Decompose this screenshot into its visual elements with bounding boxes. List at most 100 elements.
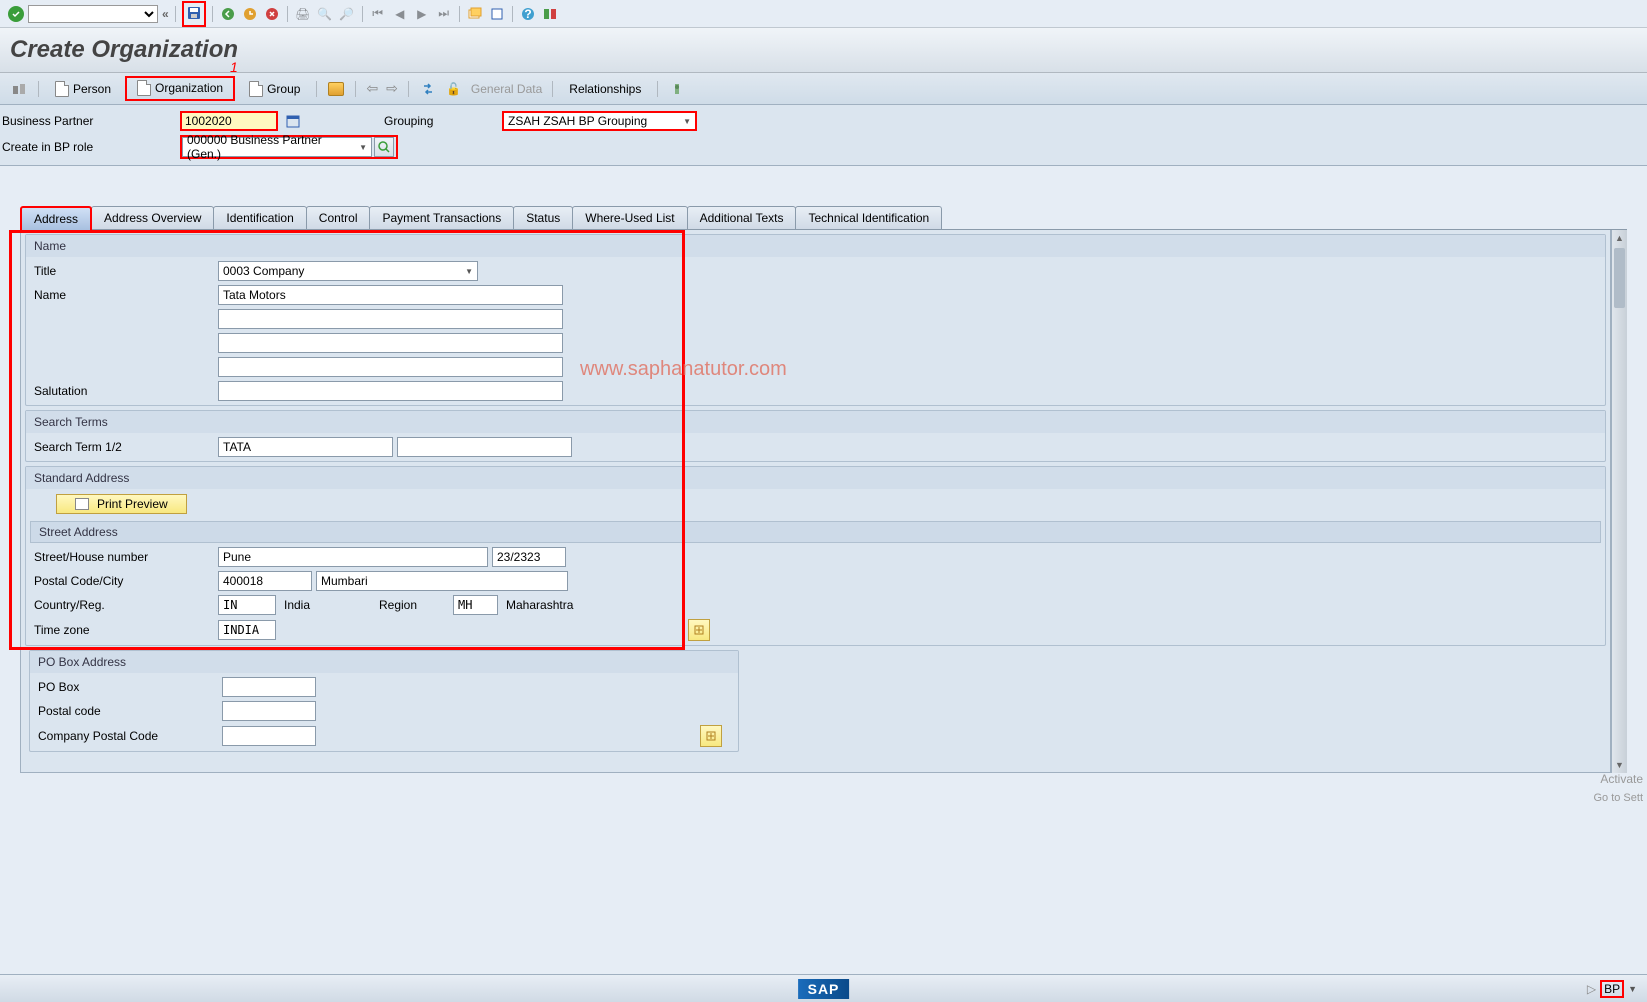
- tab-address[interactable]: Address: [20, 206, 92, 230]
- separator: [362, 6, 363, 22]
- find-next-icon[interactable]: 🔎: [338, 5, 356, 23]
- bp-label: Business Partner: [0, 114, 180, 128]
- pobox-input[interactable]: [222, 677, 316, 697]
- company-postal-input[interactable]: [222, 726, 316, 746]
- more-fields-button[interactable]: [688, 619, 710, 641]
- postal-code-input[interactable]: [218, 571, 312, 591]
- help-icon[interactable]: ?: [519, 5, 537, 23]
- header-fields: Business Partner Grouping ZSAH ZSAH BP G…: [0, 105, 1647, 166]
- person-label: Person: [73, 82, 111, 96]
- name-input-4[interactable]: [218, 357, 563, 377]
- scroll-up-icon[interactable]: ▲: [1612, 230, 1627, 246]
- check-icon[interactable]: 🔓: [445, 80, 463, 98]
- name-group-title: Name: [26, 235, 1605, 257]
- separator: [552, 81, 553, 97]
- scroll-down-icon[interactable]: ▼: [1612, 757, 1627, 773]
- back-icon[interactable]: [219, 5, 237, 23]
- tab-technical[interactable]: Technical Identification: [795, 206, 942, 229]
- name-input-2[interactable]: [218, 309, 563, 329]
- locator-icon[interactable]: [10, 80, 28, 98]
- role-dropdown[interactable]: 000000 Business Partner (Gen.): [182, 137, 372, 157]
- person-button[interactable]: Person: [49, 79, 117, 99]
- dropdown-icon[interactable]: ▼: [1628, 984, 1637, 994]
- pobox-postal-label: Postal code: [38, 704, 218, 718]
- title-dropdown[interactable]: 0003 Company: [218, 261, 478, 281]
- command-field[interactable]: [28, 5, 158, 23]
- switch-icon[interactable]: [419, 80, 437, 98]
- search-term-1-input[interactable]: [218, 437, 393, 457]
- open-icon[interactable]: [327, 80, 345, 98]
- tab-additional[interactable]: Additional Texts: [687, 206, 797, 229]
- worklist-icon[interactable]: [284, 112, 302, 130]
- region-label: Region: [379, 598, 449, 612]
- standard-address-group: Standard Address Print Preview Street Ad…: [25, 466, 1606, 646]
- svg-text:?: ?: [524, 7, 531, 21]
- separator: [175, 6, 176, 22]
- search-term-2-input[interactable]: [397, 437, 572, 457]
- pobox-postal-input[interactable]: [222, 701, 316, 721]
- name-label: Name: [34, 288, 214, 302]
- city-input[interactable]: [316, 571, 568, 591]
- shortcut-icon[interactable]: [488, 5, 506, 23]
- scroll-thumb[interactable]: [1614, 248, 1625, 308]
- nav-forward-icon[interactable]: ⇨: [386, 80, 398, 97]
- region-input[interactable]: [453, 595, 498, 615]
- tab-payment[interactable]: Payment Transactions: [369, 206, 514, 229]
- cancel-icon[interactable]: [263, 5, 281, 23]
- application-toolbar: 1 Person Organization Group ⇦ ⇨ 🔓 Genera…: [0, 73, 1647, 105]
- timezone-input[interactable]: [218, 620, 276, 640]
- next-page-icon[interactable]: ▶: [413, 5, 431, 23]
- save-icon[interactable]: [185, 4, 203, 22]
- tab-identification[interactable]: Identification: [213, 206, 306, 229]
- new-session-icon[interactable]: [466, 5, 484, 23]
- first-page-icon[interactable]: ⏮: [369, 5, 387, 23]
- salutation-input[interactable]: [218, 381, 563, 401]
- name-input-3[interactable]: [218, 333, 563, 353]
- nav-back-icon[interactable]: ⇦: [366, 80, 378, 97]
- transaction-indicator[interactable]: BP: [1600, 980, 1624, 998]
- tab-container: Address Address Overview Identification …: [0, 206, 1647, 773]
- separator: [212, 6, 213, 22]
- group-label: Group: [267, 82, 300, 96]
- standard-address-title: Standard Address: [26, 467, 1605, 489]
- house-number-input[interactable]: [492, 547, 566, 567]
- find-icon[interactable]: 🔍: [316, 5, 334, 23]
- last-page-icon[interactable]: ⏭: [435, 5, 453, 23]
- country-label: Country/Reg.: [34, 598, 214, 612]
- print-preview-button[interactable]: Print Preview: [56, 494, 187, 514]
- separator: [355, 81, 356, 97]
- exit-icon[interactable]: [241, 5, 259, 23]
- tab-address-overview[interactable]: Address Overview: [91, 206, 214, 229]
- group-button[interactable]: Group: [243, 79, 306, 99]
- name-input-1[interactable]: [218, 285, 563, 305]
- grouping-dropdown[interactable]: ZSAH ZSAH BP Grouping: [502, 111, 697, 131]
- annotation-1: 1: [230, 59, 238, 75]
- organization-button[interactable]: Organization: [131, 78, 229, 98]
- separator: [38, 81, 39, 97]
- street-address-title: Street Address: [30, 521, 1601, 543]
- settings-icon[interactable]: [668, 80, 686, 98]
- print-icon: [75, 498, 89, 510]
- pobox-label: PO Box: [38, 680, 218, 694]
- tab-status[interactable]: Status: [513, 206, 573, 229]
- role-search-help-icon[interactable]: [374, 137, 394, 157]
- tab-control[interactable]: Control: [306, 206, 371, 229]
- enter-icon[interactable]: [8, 6, 24, 22]
- prev-page-icon[interactable]: ◀: [391, 5, 409, 23]
- sap-logo: SAP: [798, 979, 850, 999]
- pobox-title: PO Box Address: [30, 651, 738, 673]
- status-bar: SAP ▷ BP ▼: [0, 974, 1647, 1002]
- country-input[interactable]: [218, 595, 276, 615]
- collapse-icon[interactable]: «: [162, 7, 169, 21]
- separator: [316, 81, 317, 97]
- layout-icon[interactable]: [541, 5, 559, 23]
- vertical-scrollbar[interactable]: ▲ ▼: [1611, 230, 1627, 773]
- sap-logo-container: SAP: [798, 981, 850, 997]
- print-icon[interactable]: 🖨: [294, 5, 312, 23]
- relationships-button[interactable]: Relationships: [563, 80, 647, 98]
- more-fields-button-2[interactable]: [700, 725, 722, 747]
- business-partner-input[interactable]: [180, 111, 278, 131]
- role-label: Create in BP role: [0, 140, 180, 154]
- street-input[interactable]: [218, 547, 488, 567]
- tab-where-used[interactable]: Where-Used List: [572, 206, 687, 229]
